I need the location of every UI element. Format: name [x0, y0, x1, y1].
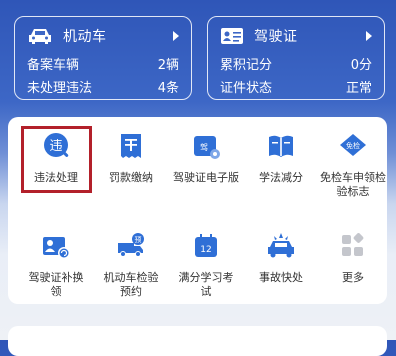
service-more[interactable]: 更多	[313, 217, 393, 297]
inspection-exempt-icon: 免检	[340, 134, 366, 156]
vehicle-row-registered: 备案车辆 2辆	[27, 54, 179, 73]
car-icon	[29, 29, 51, 44]
service-full-score-exam[interactable]: 12 满分学习考试	[168, 217, 244, 298]
truck-appointment-icon: 预	[118, 233, 144, 257]
license-card-title: 驾驶证	[254, 29, 298, 45]
row-label: 未处理违法	[27, 81, 93, 96]
violation-icon: 违	[44, 133, 69, 157]
row-value: 正常	[345, 81, 372, 96]
chevron-right-icon[interactable]	[366, 31, 372, 41]
license-card-header: 驾驶证	[220, 25, 374, 47]
service-label: 事故快处	[259, 271, 303, 284]
service-label: 满分学习考试	[178, 271, 234, 298]
receipt-icon	[121, 134, 141, 158]
service-inspection-exempt[interactable]: 免检 免检车申领检验标志	[313, 117, 393, 198]
service-label: 驾驶证电子版	[173, 171, 239, 184]
row-value: 2辆	[157, 58, 179, 73]
service-label: 学法减分	[259, 171, 303, 184]
badge-text: 12	[200, 245, 211, 255]
license-card[interactable]: 驾驶证 累积记分 0分 证件状态 正常	[207, 16, 385, 100]
accident-car-icon	[268, 233, 294, 258]
service-label: 驾驶证补换领	[28, 271, 84, 298]
vehicle-card-title: 机动车	[63, 29, 107, 45]
service-accident-quick[interactable]: 事故快处	[243, 217, 319, 297]
svg-text:违: 违	[49, 139, 62, 154]
service-license-renew[interactable]: 驾驶证补换领	[18, 217, 94, 298]
license-row-points: 累积记分 0分	[220, 54, 372, 73]
calendar-exam-icon: 12	[195, 234, 217, 257]
service-e-license[interactable]: 驾 驾驶证电子版	[168, 117, 244, 197]
badge-text: 预	[135, 235, 142, 244]
service-label: 违法处理	[34, 171, 78, 184]
e-license-icon: 驾	[194, 136, 220, 159]
row-value: 0分	[350, 58, 372, 73]
row-label: 证件状态	[220, 81, 273, 96]
vehicle-row-violations: 未处理违法 4条	[27, 77, 179, 96]
service-label: 机动车检验预约	[103, 271, 159, 298]
service-violation-handling[interactable]: 违 违法处理	[18, 117, 94, 197]
svg-text:驾: 驾	[200, 142, 208, 152]
license-row-status: 证件状态 正常	[220, 77, 372, 96]
service-label: 免检车申领检验标志	[320, 171, 386, 198]
service-fine-payment[interactable]: 罚款缴纳	[93, 117, 169, 197]
services-panel: 违 违法处理 罚款缴纳 驾 驾驶证电子版 学法减分 免检 免检车申领检验标志 驾…	[8, 117, 387, 304]
book-icon	[269, 135, 293, 157]
service-label: 更多	[342, 271, 364, 284]
vehicle-card-header: 机动车	[27, 25, 181, 47]
vehicle-card[interactable]: 机动车 备案车辆 2辆 未处理违法 4条	[14, 16, 192, 100]
license-renew-icon	[43, 237, 70, 259]
row-value: 4条	[157, 81, 179, 96]
service-vehicle-inspection-booking[interactable]: 预 机动车检验预约	[93, 217, 169, 298]
chevron-right-icon[interactable]	[173, 31, 179, 41]
badge-text: 免检	[346, 141, 360, 150]
service-study-deduct[interactable]: 学法减分	[243, 117, 319, 197]
bottom-panel	[8, 326, 387, 356]
more-grid-icon	[342, 233, 364, 256]
id-card-icon	[221, 28, 243, 44]
row-label: 备案车辆	[27, 58, 80, 73]
row-label: 累积记分	[220, 58, 273, 73]
service-label: 罚款缴纳	[109, 171, 153, 184]
